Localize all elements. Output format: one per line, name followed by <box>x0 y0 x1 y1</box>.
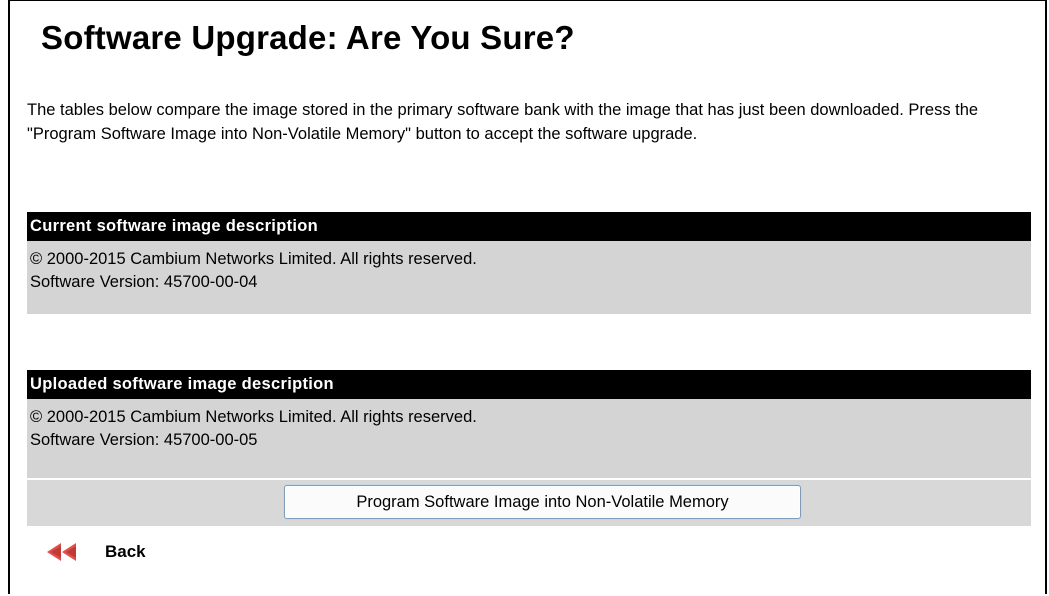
double-left-arrow-icon <box>47 543 76 561</box>
program-software-button[interactable]: Program Software Image into Non-Volatile… <box>284 485 801 519</box>
current-image-header: Current software image description <box>27 212 1031 241</box>
uploaded-image-header: Uploaded software image description <box>27 370 1031 399</box>
back-label: Back <box>105 542 146 561</box>
uploaded-image-description: © 2000-2015 Cambium Networks Limited. Al… <box>27 399 1031 480</box>
uploaded-version: Software Version: 45700-00-05 <box>30 431 258 449</box>
uploaded-copyright: © 2000-2015 Cambium Networks Limited. Al… <box>30 408 477 426</box>
back-link[interactable]: Back <box>47 541 146 563</box>
program-button-row: Program Software Image into Non-Volatile… <box>27 480 1031 526</box>
current-image-description: © 2000-2015 Cambium Networks Limited. Al… <box>27 241 1031 314</box>
page-frame: Software Upgrade: Are You Sure? The tabl… <box>8 0 1047 594</box>
page-title: Software Upgrade: Are You Sure? <box>41 19 575 56</box>
current-copyright: © 2000-2015 Cambium Networks Limited. Al… <box>30 250 477 268</box>
intro-text: The tables below compare the image store… <box>27 101 979 143</box>
current-version: Software Version: 45700-00-04 <box>30 273 258 291</box>
